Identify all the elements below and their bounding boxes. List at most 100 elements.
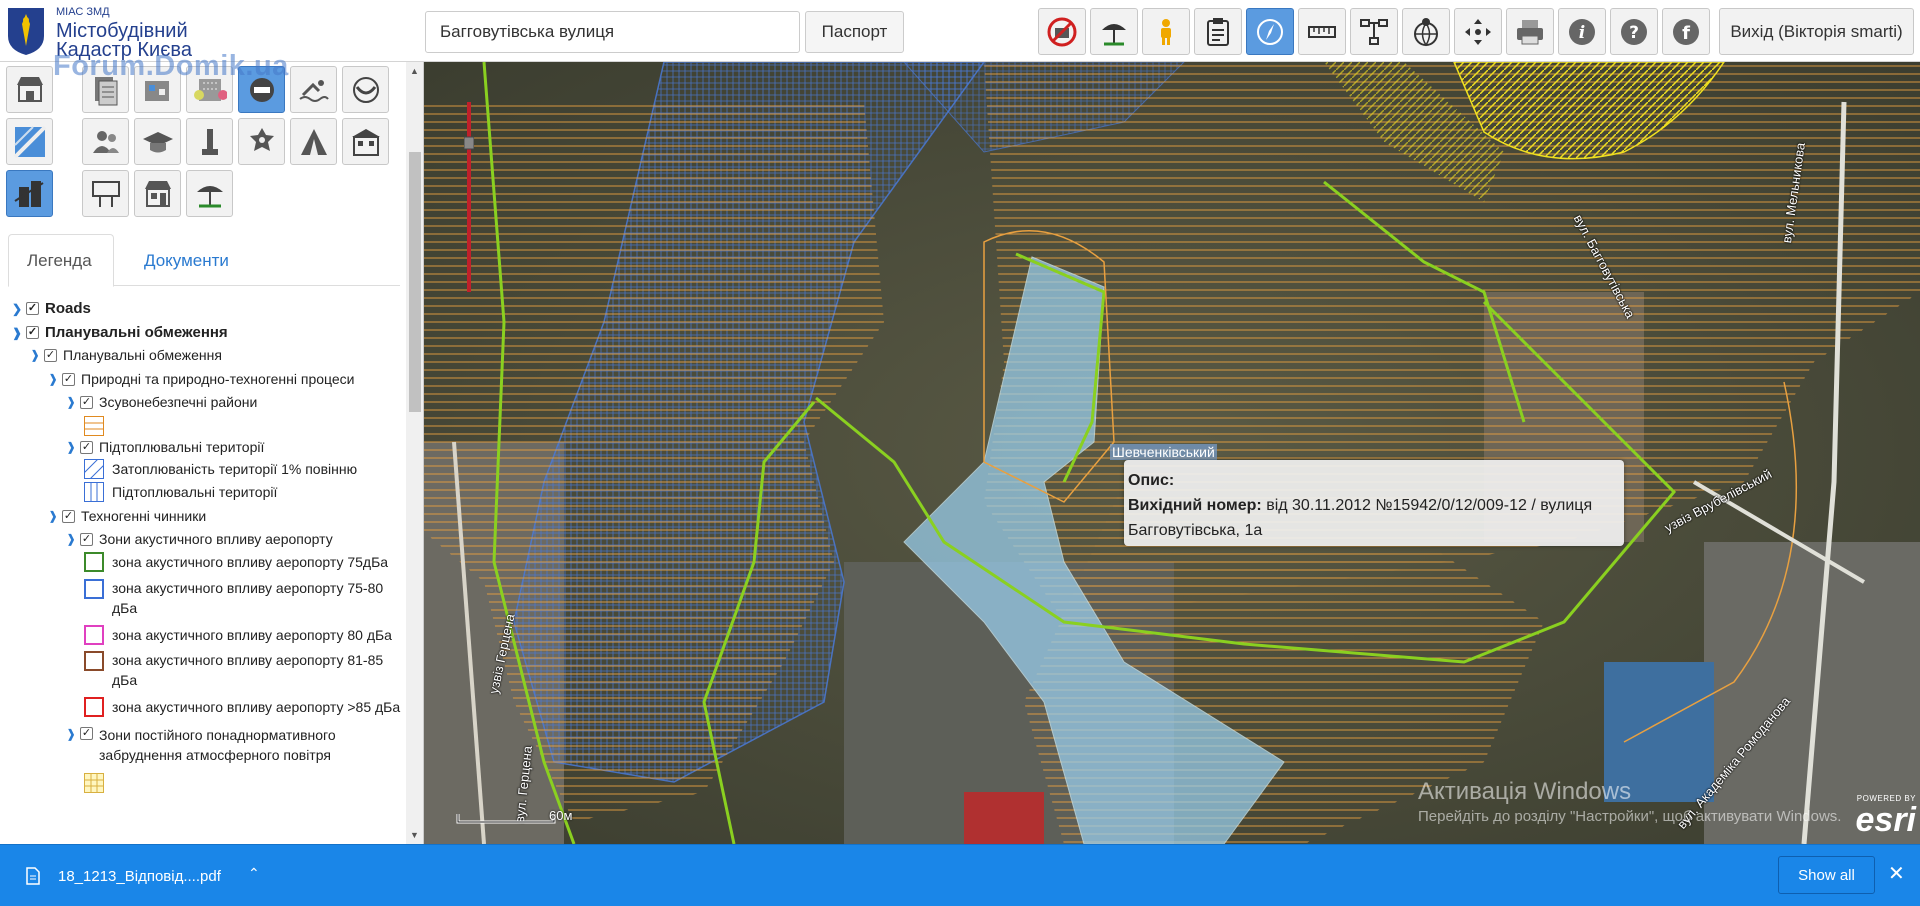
tile-billboard[interactable] — [82, 170, 129, 217]
legend-item-planning[interactable]: ❱ ✓ Планувальні обмеження — [10, 324, 228, 341]
scale-bar — [456, 814, 556, 824]
checkbox[interactable]: ✓ — [80, 532, 93, 546]
collapse-arrow-icon[interactable]: ❱ — [64, 395, 78, 409]
a4-swatch-icon — [84, 651, 104, 671]
download-item[interactable]: 18_1213_Відповід....pdf — [26, 863, 221, 889]
collapse-arrow-icon[interactable]: ❱ — [64, 440, 78, 454]
checkbox[interactable]: ✓ — [26, 302, 39, 315]
search-input[interactable] — [425, 11, 800, 53]
scroll-down-icon[interactable]: ▼ — [410, 830, 419, 840]
legend-item-flooding[interactable]: ❱ ✓ Підтоплювальні території — [64, 439, 264, 455]
checkbox[interactable]: ✓ — [80, 727, 93, 740]
collapse-arrow-icon[interactable]: ❱ — [46, 509, 60, 523]
scroll-up-icon[interactable]: ▲ — [410, 66, 419, 76]
collapse-arrow-icon[interactable]: ❱ — [64, 727, 78, 741]
legend-item-landslide[interactable]: ❱ ✓ Зсувонебезпечні райони — [64, 394, 257, 410]
zoom-slider[interactable] — [464, 102, 474, 292]
legend-item-technogenic[interactable]: ❱ ✓ Техногенні чинники — [46, 508, 206, 524]
scale-label: 60м — [549, 808, 573, 823]
tile-city-active[interactable] — [6, 170, 53, 217]
city-active-icon — [13, 180, 44, 207]
document-layers-icon — [94, 76, 117, 105]
tab-legend[interactable]: Легенда — [8, 234, 114, 287]
logo-title-line2: Кадастр Києва — [56, 39, 192, 61]
esri-logo: POWERED BY esri — [1836, 794, 1917, 839]
show-all-button[interactable]: Show all — [1778, 856, 1875, 894]
checkbox[interactable]: ✓ — [26, 326, 39, 339]
move-arrows-button[interactable] — [1454, 8, 1502, 55]
collapse-arrow-icon[interactable]: ❱ — [28, 348, 42, 362]
legend-item-airport[interactable]: ❱ ✓ Зони акустичного впливу аеропорту — [64, 531, 333, 547]
legend-item-natural[interactable]: ❱ ✓ Природні та природно-техногенні проц… — [46, 371, 355, 387]
legend-label-landslide: Зсувонебезпечні райони — [99, 394, 258, 410]
tile-monument[interactable] — [186, 118, 233, 165]
tile-police[interactable] — [238, 118, 285, 165]
beach-umbrella-button[interactable] — [1090, 8, 1138, 55]
tile-cluster[interactable] — [186, 66, 233, 113]
tab-documents[interactable]: Документи — [126, 234, 247, 287]
person-button[interactable] — [1142, 8, 1190, 55]
facebook-button[interactable]: f — [1662, 8, 1710, 55]
legend-label-planning-sub: Планувальні обмеження — [63, 347, 222, 363]
tile-map[interactable] — [6, 118, 53, 165]
tile-building[interactable] — [342, 118, 389, 165]
legend-label-natural: Природні та природно-техногенні процеси — [81, 371, 355, 387]
compass-button[interactable] — [1246, 8, 1294, 55]
passport-button[interactable]: Паспорт — [805, 11, 904, 53]
tile-document-layers[interactable] — [82, 66, 129, 113]
sidebar-scrollbar[interactable]: ▲ ▼ — [406, 62, 423, 844]
map-view[interactable]: Шевченківський Опис: Вихідний номер: від… — [424, 62, 1920, 844]
globe-pin-button[interactable] — [1402, 8, 1450, 55]
checkbox[interactable]: ✓ — [62, 372, 75, 386]
network-button[interactable] — [1350, 8, 1398, 55]
tile-tent[interactable] — [290, 118, 337, 165]
beach-umbrella-icon — [1102, 23, 1126, 45]
legend-label-a2: зона акустичного впливу аеропорту 75-80 … — [112, 580, 384, 616]
legend-item-pollution[interactable]: ❱ ✓ Зони постійного понаднормативного за… — [64, 725, 384, 765]
legend-label-a3: зона акустичного впливу аеропорту 80 дБа — [112, 627, 392, 643]
a1-swatch-icon — [84, 552, 104, 572]
collapse-arrow-icon[interactable]: ❱ — [46, 372, 60, 386]
legend-item-flood2: Підтоплювальні території — [84, 482, 277, 502]
help-button[interactable]: ? — [1610, 8, 1658, 55]
legend-item-a1: зона акустичного впливу аеропорту 75дБа — [84, 552, 388, 572]
tile-wreath[interactable] — [342, 66, 389, 113]
tile-no-entry[interactable] — [238, 66, 285, 113]
ruler-button[interactable] — [1298, 8, 1346, 55]
collapse-arrow-icon[interactable]: ❱ — [64, 532, 78, 546]
tile-umbrella[interactable] — [186, 170, 233, 217]
logo-small-text: МІАС ЗМД — [56, 6, 110, 18]
map-tile-icon — [13, 125, 46, 158]
close-icon[interactable]: ✕ — [1888, 861, 1905, 886]
pollution-swatch-icon — [84, 773, 104, 793]
checkbox[interactable]: ✓ — [80, 440, 93, 454]
tile-store[interactable] — [134, 170, 181, 217]
logo[interactable]: МІАС ЗМД Містобудівний Кадастр Києва — [6, 4, 236, 61]
tile-swimmer[interactable] — [290, 66, 337, 113]
info-button[interactable]: i — [1558, 8, 1606, 55]
checkbox[interactable]: ✓ — [62, 509, 75, 523]
tile-people[interactable] — [82, 118, 129, 165]
printer-button[interactable] — [1506, 8, 1554, 55]
popup-title: Опис: — [1128, 472, 1175, 489]
chevron-up-icon[interactable]: ⌃ — [248, 865, 260, 882]
exit-button[interactable]: Вихід (Вікторія smarti) — [1719, 8, 1914, 55]
legend-item-roads[interactable]: ❯ ✓ Roads — [10, 300, 91, 317]
tile-graduation[interactable] — [134, 118, 181, 165]
scrollbar-thumb[interactable] — [409, 152, 421, 412]
no-building-button[interactable] — [1038, 8, 1086, 55]
download-bar: 18_1213_Відповід....pdf ⌃ Show all ✕ — [0, 844, 1920, 906]
no-entry-icon — [249, 77, 274, 102]
legend-swatch-landslide — [84, 416, 112, 436]
checkbox[interactable]: ✓ — [44, 348, 57, 362]
legend-item-planning-sub[interactable]: ❱ ✓ Планувальні обмеження — [28, 347, 222, 363]
no-building-icon — [1047, 17, 1077, 46]
collapse-arrow-icon[interactable]: ❱ — [10, 326, 24, 340]
tile-shop[interactable] — [6, 66, 53, 113]
expand-arrow-icon[interactable]: ❯ — [10, 302, 24, 316]
app-window: МІАС ЗМД Містобудівний Кадастр Києва Пас… — [0, 0, 1920, 906]
checkbox[interactable]: ✓ — [80, 395, 93, 409]
clipboard-button[interactable] — [1194, 8, 1242, 55]
legend-item-a3: зона акустичного впливу аеропорту 80 дБа — [84, 625, 392, 645]
tile-city-layer[interactable] — [134, 66, 181, 113]
